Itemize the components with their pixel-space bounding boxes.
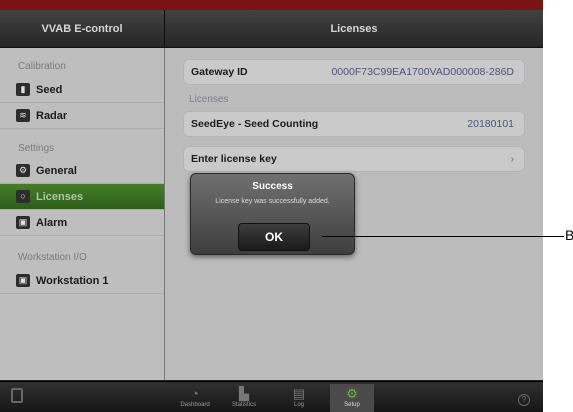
- gauge-icon: ◔: [191, 386, 199, 401]
- document-icon: ▤: [292, 386, 306, 401]
- dialog-title: Success: [252, 181, 293, 192]
- gears-icon: ⚙: [346, 386, 358, 401]
- callout-label: B: [565, 227, 573, 243]
- tab-label: Setup: [344, 402, 360, 408]
- dialog-message: License key was successfully added.: [215, 198, 330, 205]
- tab-label: Statistics: [231, 402, 256, 408]
- help-icon[interactable]: ?: [518, 394, 530, 406]
- tab-label: Dashboard: [180, 402, 210, 408]
- success-dialog: Success License key was successfully add…: [190, 173, 355, 255]
- tab-dashboard[interactable]: ◔ Dashboard: [173, 384, 217, 412]
- tab-label: Log: [293, 402, 304, 408]
- ok-button[interactable]: OK: [238, 223, 310, 251]
- lock-icon[interactable]: [11, 388, 23, 403]
- bar-chart-icon: ▙: [239, 386, 249, 401]
- brand-bar: [0, 0, 543, 10]
- tab-statistics[interactable]: ▙ Statistics: [222, 384, 266, 412]
- tab-log[interactable]: ▤ Log: [277, 384, 321, 412]
- tab-setup[interactable]: ⚙ Setup: [330, 384, 374, 412]
- bottom-toolbar: ◔ Dashboard ▙ Statistics ▤ Log ⚙ Setup ?: [0, 381, 543, 412]
- app-window: VVAB E-control Licenses Calibration ▮ Se…: [0, 0, 543, 412]
- callout-line: [322, 236, 564, 237]
